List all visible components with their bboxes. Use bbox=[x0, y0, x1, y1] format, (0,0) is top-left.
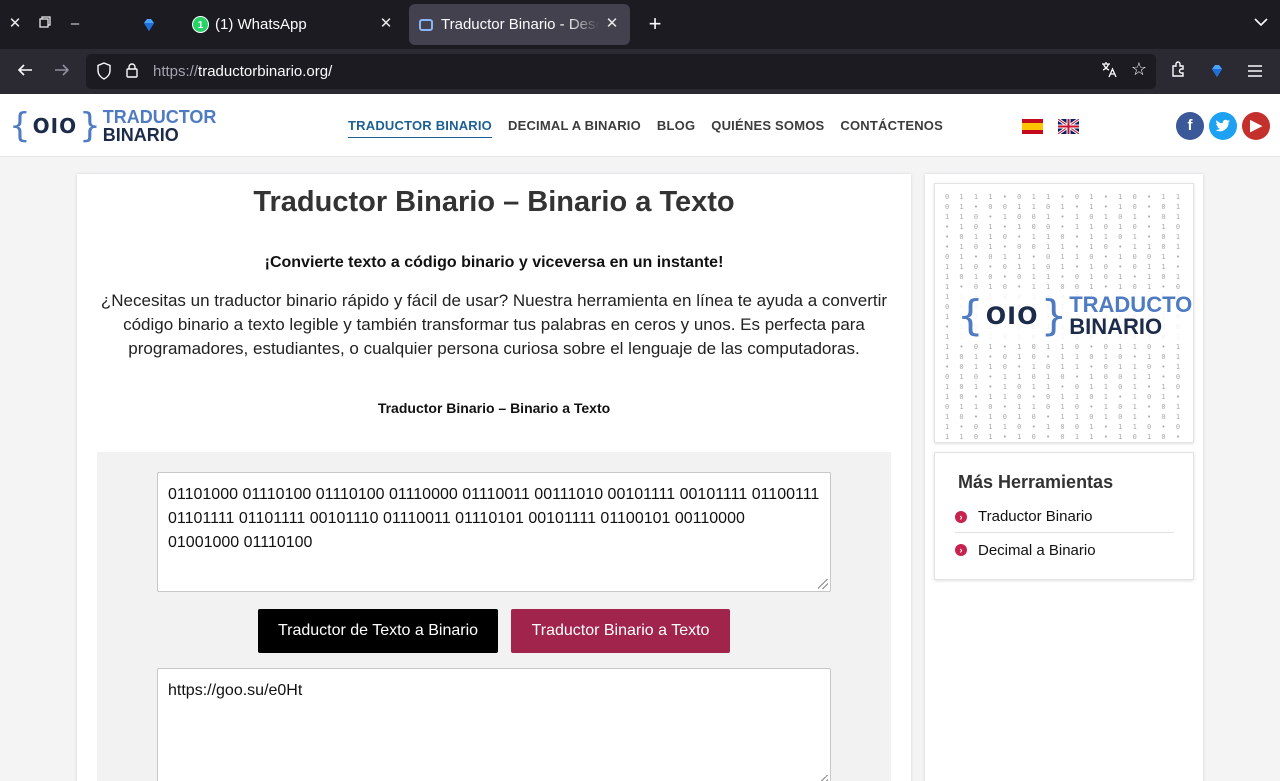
translate-icon[interactable] bbox=[1101, 61, 1118, 82]
spanish-flag-icon[interactable] bbox=[1022, 119, 1043, 134]
more-tools-widget: Más Herramientas › Traductor Binario › D… bbox=[934, 452, 1194, 580]
tab-traductor-binario[interactable]: Traductor Binario - Descifra ✕ bbox=[409, 4, 630, 45]
diamond-extension-icon[interactable] bbox=[1205, 60, 1229, 84]
menu-item-traductor-binario[interactable]: TRADUCTOR BINARIO bbox=[348, 118, 492, 138]
resize-handle-icon[interactable] bbox=[818, 775, 828, 781]
tab-list-chevron-icon[interactable] bbox=[1254, 14, 1268, 30]
hamburger-menu-icon[interactable] bbox=[1243, 60, 1267, 84]
text-to-binary-button[interactable]: Traductor de Texto a Binario bbox=[258, 609, 498, 653]
close-window-icon[interactable]: ✕ bbox=[5, 14, 25, 34]
english-flag-icon[interactable] bbox=[1058, 119, 1079, 134]
whatsapp-icon: 1 bbox=[192, 16, 209, 33]
menu-item-blog[interactable]: BLOG bbox=[657, 118, 695, 138]
youtube-icon[interactable]: ▶ bbox=[1242, 112, 1270, 140]
binary-favicon-icon bbox=[419, 18, 433, 31]
url-text[interactable]: https://traductorbinario.org/ bbox=[153, 63, 332, 80]
diamond-favicon-icon bbox=[144, 18, 154, 31]
tab-whatsapp[interactable]: 1 (1) WhatsApp ✕ bbox=[182, 4, 404, 45]
minimize-window-icon[interactable]: – bbox=[65, 14, 85, 34]
main-menu: TRADUCTOR BINARIO DECIMAL A BINARIO BLOG… bbox=[348, 118, 943, 138]
tab-title: (1) WhatsApp bbox=[215, 16, 307, 33]
new-tab-button[interactable]: + bbox=[644, 13, 666, 35]
browser-nav-bar: https://traductorbinario.org/ ☆ bbox=[0, 49, 1280, 94]
back-arrow-icon[interactable] bbox=[13, 60, 37, 84]
sidebar-logo-banner: 0 1 1 1 • 0 1 1 • 0 1 • 1 0 • 1 1 0 1 • … bbox=[934, 183, 1194, 443]
bookmark-star-icon[interactable]: ☆ bbox=[1131, 59, 1147, 80]
facebook-icon[interactable]: f bbox=[1176, 112, 1204, 140]
translator-tool: 01101000 01110100 01110100 01110000 0111… bbox=[97, 452, 891, 781]
address-bar[interactable]: https://traductorbinario.org/ ☆ bbox=[86, 54, 1156, 89]
page-title: Traductor Binario – Binario a Texto bbox=[253, 186, 735, 218]
restore-window-icon[interactable] bbox=[35, 14, 55, 34]
tab-pinned[interactable] bbox=[132, 4, 166, 45]
sidebar-link-traductor-binario[interactable]: › Traductor Binario bbox=[955, 501, 1174, 533]
lock-icon[interactable] bbox=[125, 62, 139, 84]
menu-item-quienes-somos[interactable]: QUIÉNES SOMOS bbox=[711, 118, 824, 138]
chevron-right-icon: › bbox=[955, 510, 967, 523]
chevron-right-icon: › bbox=[955, 544, 967, 556]
tab-title: Traductor Binario - Descifra bbox=[441, 16, 599, 33]
menu-item-decimal-a-binario[interactable]: DECIMAL A BINARIO bbox=[508, 118, 641, 138]
section-title: Traductor Binario – Binario a Texto bbox=[377, 400, 611, 416]
more-tools-title: Más Herramientas bbox=[958, 472, 1114, 492]
binary-to-text-button[interactable]: Traductor Binario a Texto bbox=[511, 609, 730, 653]
text-output-textarea[interactable]: https://goo.su/e0Ht bbox=[157, 668, 831, 781]
browser-tab-bar: ✕ – 1 (1) WhatsApp ✕ Traductor Binario -… bbox=[0, 0, 1280, 49]
subheading: ¡Convierte texto a código binario y vice… bbox=[264, 254, 724, 271]
close-tab-icon[interactable]: ✕ bbox=[376, 14, 396, 34]
site-header: { OIO } TRADUCTOR BINARIO TRADUCTOR BINA… bbox=[0, 94, 1280, 157]
sidebar-logo: { OIO } TRADUCTOR BINARIO bbox=[953, 292, 1193, 340]
sidebar-link-decimal-a-binario[interactable]: › Decimal a Binario bbox=[955, 534, 1174, 566]
site-logo[interactable]: { OIO } TRADUCTOR BINARIO bbox=[9, 106, 216, 146]
binary-input-textarea[interactable]: 01101000 01110100 01110100 01110000 0111… bbox=[157, 472, 831, 592]
menu-item-contactenos[interactable]: CONTÁCTENOS bbox=[840, 118, 943, 138]
shield-icon[interactable] bbox=[96, 62, 112, 85]
sidebar: 0 1 1 1 • 0 1 1 • 0 1 • 1 0 • 1 1 0 1 • … bbox=[925, 174, 1203, 781]
main-content: Traductor Binario – Binario a Texto ¡Con… bbox=[77, 174, 911, 781]
intro-paragraph: ¿Necesitas un traductor binario rápido y… bbox=[100, 291, 888, 358]
extensions-puzzle-icon[interactable] bbox=[1167, 60, 1191, 84]
twitter-icon[interactable] bbox=[1209, 112, 1237, 140]
close-tab-icon[interactable]: ✕ bbox=[602, 14, 622, 34]
forward-arrow-icon[interactable] bbox=[50, 60, 74, 84]
resize-handle-icon[interactable] bbox=[818, 579, 828, 589]
